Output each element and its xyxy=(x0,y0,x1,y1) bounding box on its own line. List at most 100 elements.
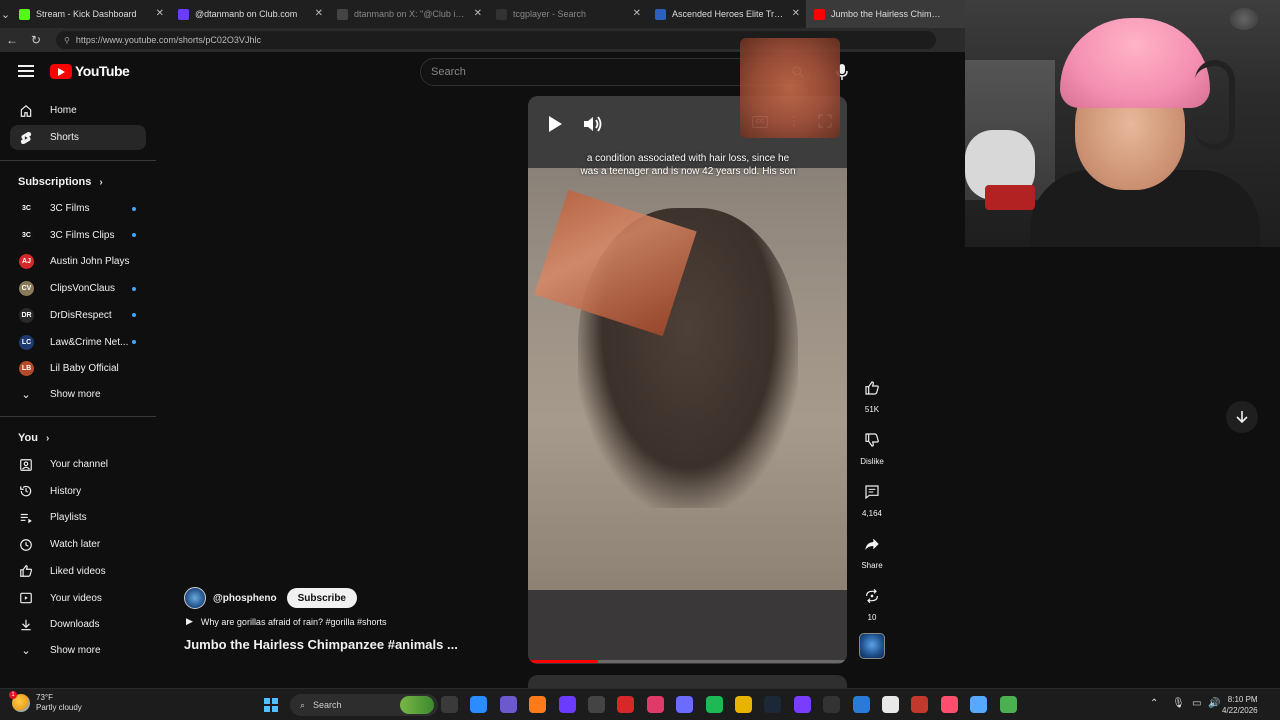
sidebar-item-watch-later[interactable]: Watch later xyxy=(10,532,146,557)
weather-widget[interactable]: 1 73°F Partly cloudy xyxy=(9,691,82,713)
browser-tab[interactable]: Ascended Heroes Elite Trainer Box ✕ xyxy=(647,0,806,28)
steam-icon[interactable] xyxy=(764,696,782,713)
file-explorer-icon[interactable] xyxy=(441,696,458,713)
subscribe-button[interactable]: Subscribe xyxy=(286,588,357,608)
browser-tab[interactable]: dtanmanb on X: "@Club im curiou ✕ xyxy=(329,0,488,28)
sidebar-item-label: Home xyxy=(50,105,77,116)
shorts-player[interactable]: a condition associated with hair loss, s… xyxy=(528,96,847,664)
new-content-dot xyxy=(132,233,136,238)
discord-icon[interactable] xyxy=(676,696,694,713)
screen: ⌄ Stream - Kick Dashboard ✕ @dtanmanb on C… xyxy=(0,0,1280,720)
browser-tab[interactable]: Jumbo the Hairless Chimpanzee xyxy=(806,0,965,28)
app-icon[interactable] xyxy=(793,696,811,713)
tray-mic-icon[interactable]: 🎙 xyxy=(1172,698,1185,709)
liked-icon xyxy=(19,564,33,578)
share-button[interactable] xyxy=(857,529,887,559)
edge-icon[interactable] xyxy=(470,696,488,713)
tab-close-icon[interactable]: ✕ xyxy=(474,8,482,19)
reload-icon[interactable]: ↻ xyxy=(24,33,48,47)
sidebar-item-label: Liked videos xyxy=(50,565,106,577)
channel-avatar: AJ xyxy=(19,254,34,270)
you-heading[interactable]: You › xyxy=(18,432,49,444)
firefox-icon[interactable] xyxy=(529,696,547,713)
volume-tray-icon[interactable]: 🔊 xyxy=(1208,698,1220,709)
sidebar-subscription[interactable]: CV ClipsVonClaus xyxy=(10,276,146,301)
subscriptions-heading-text: Subscriptions xyxy=(18,176,92,188)
youtube-logo[interactable]: YouTube xyxy=(50,63,130,79)
sidebar-subscription[interactable]: 3C 3C Films xyxy=(10,196,146,221)
show-more-you[interactable]: ⌄ Show more xyxy=(10,638,146,663)
related-video-link[interactable]: ▶ Why are gorillas afraid of rain? #gori… xyxy=(186,616,387,627)
video-frame xyxy=(528,168,847,590)
next-short-button[interactable] xyxy=(1226,401,1258,433)
music-icon[interactable] xyxy=(646,696,664,713)
media-icon[interactable] xyxy=(617,696,635,713)
chevron-right-icon: › xyxy=(99,176,103,188)
play-icon[interactable] xyxy=(540,110,568,138)
comments-action: 4,164 xyxy=(856,477,888,518)
sidebar-item-label: History xyxy=(50,485,82,497)
fx-icon[interactable] xyxy=(882,696,899,713)
video-title[interactable]: Jumbo the Hairless Chimpanzee #animals .… xyxy=(184,637,458,652)
remix-icon xyxy=(866,588,878,604)
channel-handle[interactable]: @phospheno xyxy=(213,593,277,604)
show-more-subscriptions[interactable]: ⌄ Show more xyxy=(10,382,146,407)
browser-tab[interactable]: @dtanmanb on Club.com ✕ xyxy=(170,0,329,28)
sidebar-item-label: 3C Films xyxy=(50,203,90,214)
like-button[interactable] xyxy=(857,373,887,403)
tab-list-menu-icon[interactable]: ⌄ xyxy=(0,0,11,28)
sidebar-item-shorts[interactable]: Shorts xyxy=(10,125,146,150)
sidebar-subscription[interactable]: DR DrDisRespect xyxy=(10,303,146,328)
subscriptions-heading[interactable]: Subscriptions › xyxy=(18,176,103,188)
volume-icon[interactable] xyxy=(578,110,606,138)
sidebar-subscription[interactable]: LB Lil Baby Official xyxy=(10,356,146,381)
remix-button[interactable] xyxy=(857,581,887,611)
sidebar-subscription[interactable]: 3C 3C Films Clips xyxy=(10,223,146,248)
tab-close-icon[interactable]: ✕ xyxy=(633,8,641,19)
app-blue-icon[interactable] xyxy=(852,696,870,713)
menu-icon[interactable] xyxy=(18,65,34,77)
app-red-icon[interactable] xyxy=(911,696,929,713)
tab-close-icon[interactable]: ✕ xyxy=(315,8,323,19)
site-info-icon[interactable]: ⚲ xyxy=(64,36,70,45)
sidebar-item-liked[interactable]: Liked videos xyxy=(10,559,146,584)
sidebar-item-your-videos[interactable]: Your videos xyxy=(10,586,146,611)
app-dark-icon[interactable] xyxy=(823,696,841,713)
sidebar-item-channel[interactable]: Your channel xyxy=(10,452,146,477)
sidebar-item-history[interactable]: History xyxy=(10,479,146,504)
tab-favicon-icon xyxy=(496,8,507,20)
spotify-icon[interactable] xyxy=(705,696,723,713)
video-progress-bar[interactable] xyxy=(528,660,847,663)
sidebar-item-playlists[interactable]: Playlists xyxy=(10,505,146,530)
system-clock[interactable]: 8:10 PM 4/22/2026 xyxy=(1222,694,1258,716)
browser-tab[interactable]: Stream - Kick Dashboard ✕ xyxy=(11,0,170,28)
obs-icon[interactable] xyxy=(588,696,605,713)
maps-icon[interactable] xyxy=(940,696,958,713)
folder-icon[interactable] xyxy=(735,696,752,713)
sidebar-item-downloads[interactable]: Downloads xyxy=(10,612,146,637)
notepad-icon[interactable] xyxy=(999,696,1017,713)
discord-alt-icon[interactable] xyxy=(558,696,576,713)
browser-tab[interactable]: tcgplayer - Search ✕ xyxy=(488,0,647,28)
remix-action: 10 xyxy=(856,581,888,622)
shorts-icon xyxy=(19,131,33,145)
tab-close-icon[interactable]: ✕ xyxy=(792,8,800,19)
search-input[interactable] xyxy=(421,59,721,85)
channel-thumbnail[interactable] xyxy=(859,633,885,659)
start-button-icon[interactable] xyxy=(264,698,278,712)
back-icon[interactable]: ← xyxy=(0,33,24,47)
sidebar-subscription[interactable]: AJ Austin John Plays xyxy=(10,249,146,274)
tab-close-icon[interactable]: ✕ xyxy=(156,8,164,19)
network-icon[interactable]: ▭ xyxy=(1192,698,1201,709)
sidebar-item-label: Watch later xyxy=(50,539,101,551)
dislike-button[interactable] xyxy=(857,425,887,455)
tray-overflow-icon[interactable]: ⌃ xyxy=(1150,698,1158,709)
copilot-icon[interactable] xyxy=(499,696,517,713)
channel-avatar[interactable] xyxy=(184,587,206,609)
channel-avatar: CV xyxy=(19,281,34,297)
sidebar-item-home[interactable]: Home xyxy=(10,98,146,123)
sidebar-subscription[interactable]: LC Law&Crime Net... xyxy=(10,330,146,355)
app-sky-icon[interactable] xyxy=(970,696,988,713)
tab-favicon-icon xyxy=(178,8,189,20)
comments-button[interactable] xyxy=(857,477,887,507)
